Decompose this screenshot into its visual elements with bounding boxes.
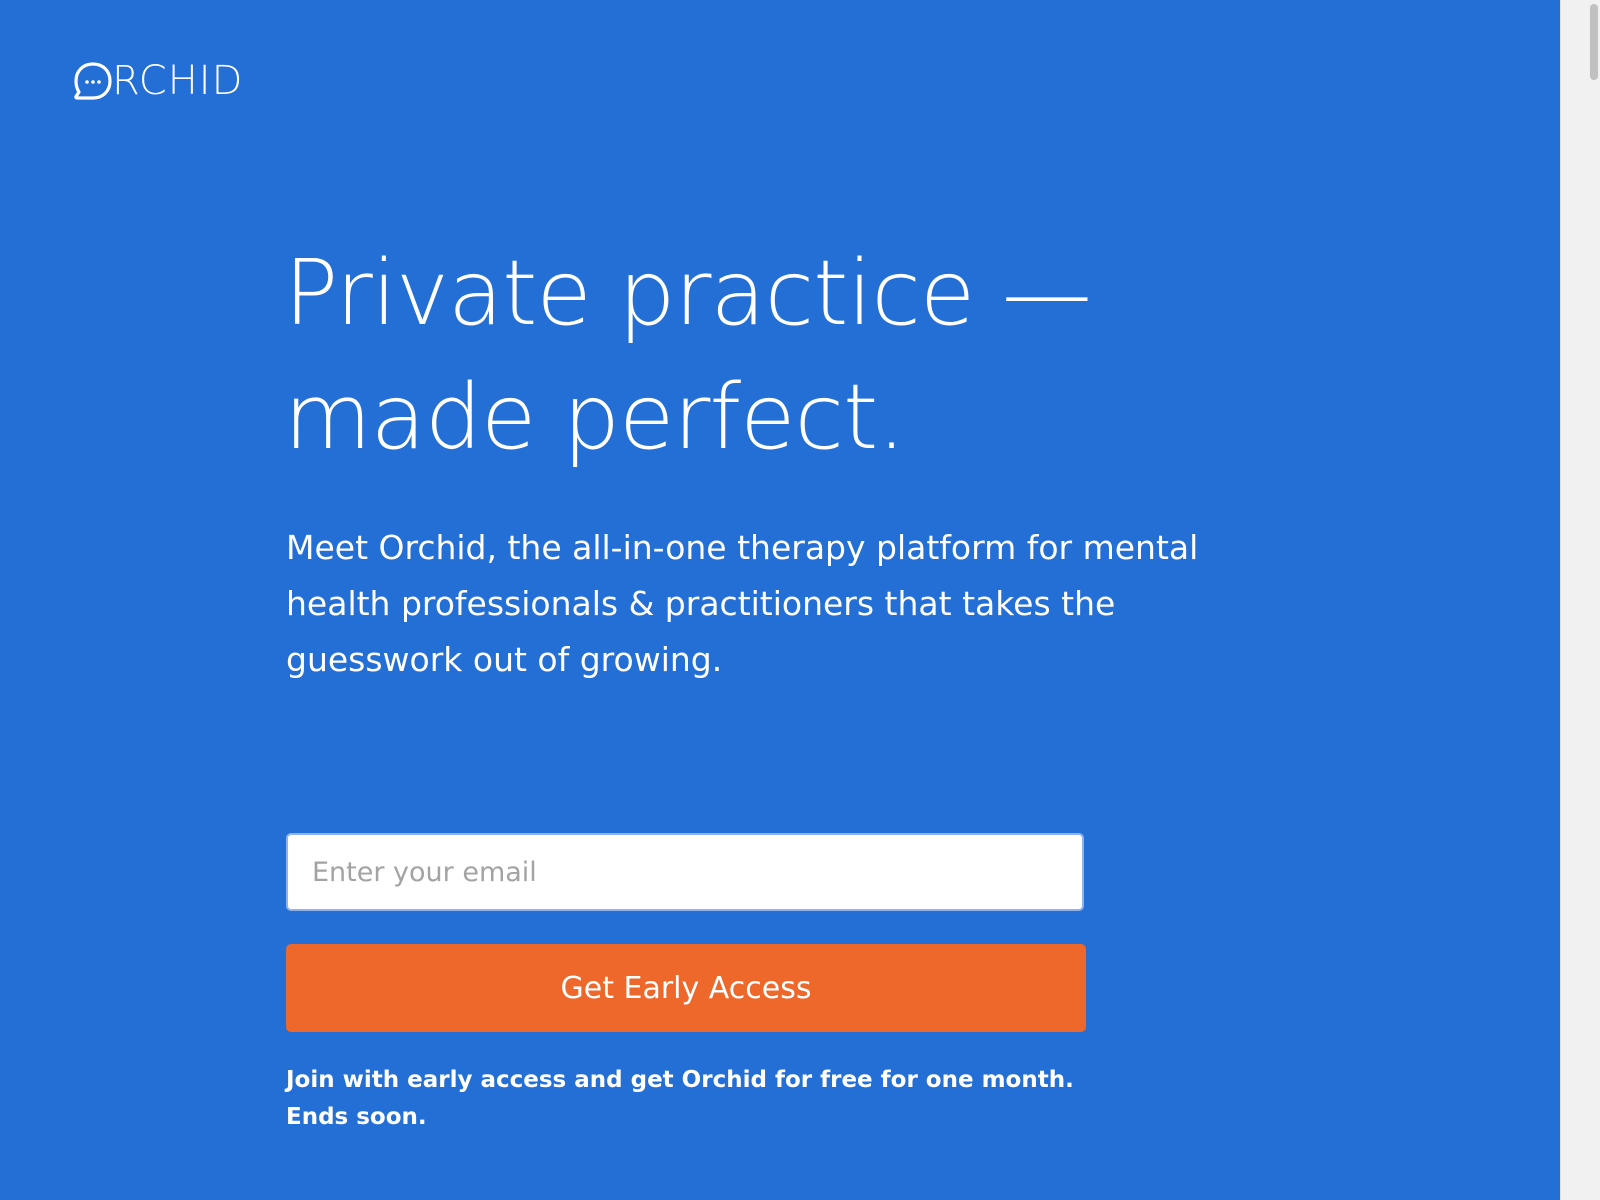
landing-page: RCHID Private practice — made perfect. M… [0,0,1560,1200]
logo-text: RCHID [112,58,244,104]
chat-bubble-icon [72,60,114,102]
page-scrollbar[interactable] [1560,0,1600,1200]
scrollbar-thumb[interactable] [1590,4,1598,80]
headline-line-2: made perfect. [284,365,906,470]
headline-line-1: Private practice — [284,241,1092,346]
email-input[interactable] [286,833,1084,911]
early-access-note: Join with early access and get Orchid fo… [286,1067,1074,1130]
get-early-access-button[interactable]: Get Early Access [286,944,1086,1032]
hero-subtitle: Meet Orchid, the all-in-one therapy plat… [286,528,1199,679]
page-headline: Private practice — made perfect. [284,232,1284,480]
orchid-logo[interactable]: RCHID [72,58,243,104]
